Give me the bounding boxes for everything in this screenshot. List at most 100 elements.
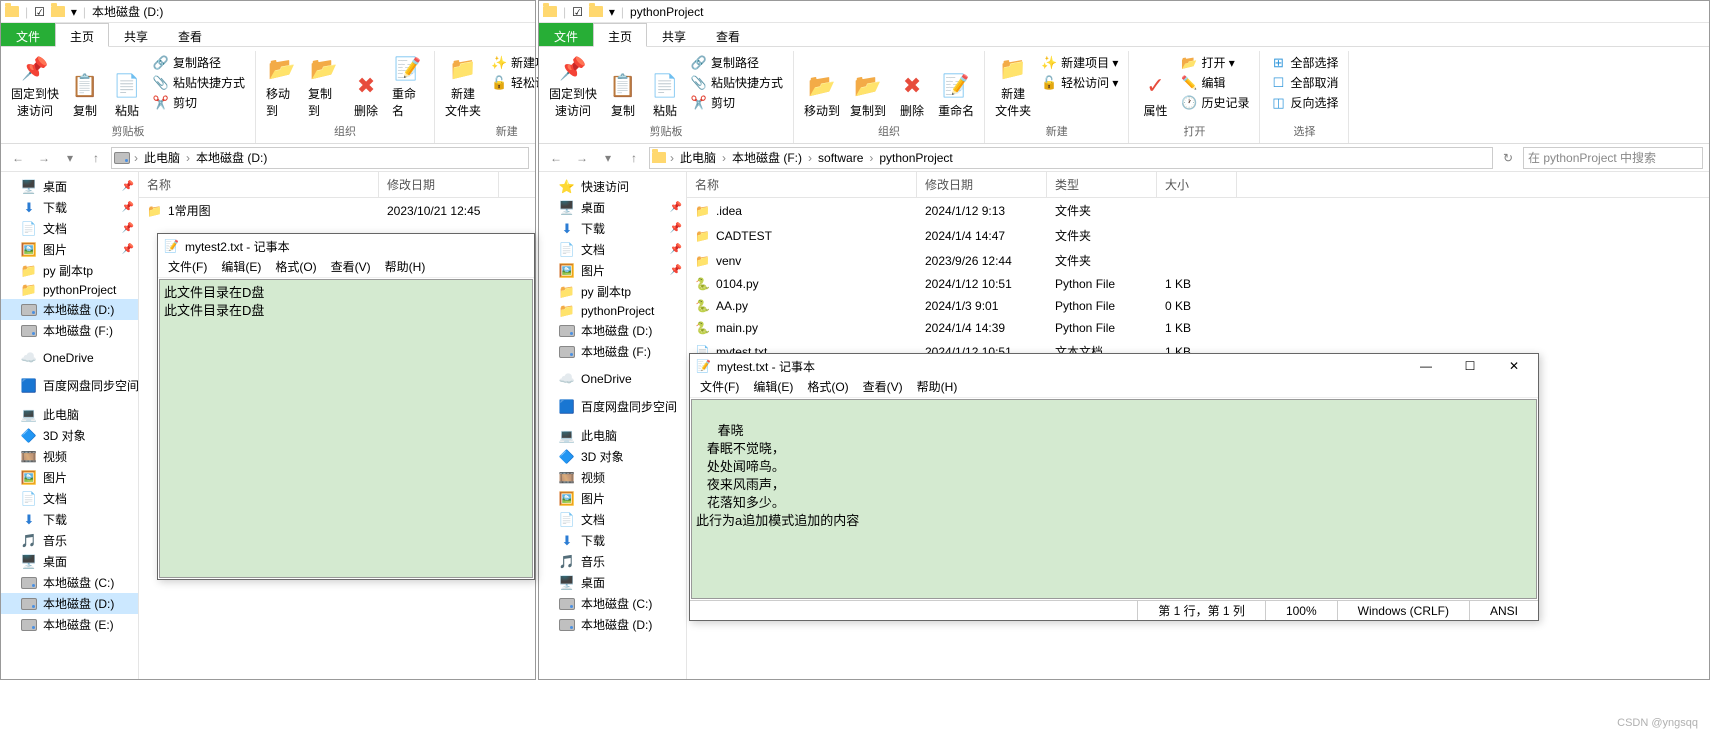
tree-item[interactable]: 🖥️桌面 [1,551,138,572]
menu-item[interactable]: 文件(F) [162,258,213,277]
history-button[interactable]: 🕐历史记录 [1177,93,1253,112]
tab-home[interactable]: 主页 [593,23,647,47]
tree-item[interactable]: 📄文档 [1,488,138,509]
easyaccess-button[interactable]: 🔓轻松访问 ▾ [1037,73,1122,92]
file-row[interactable]: 🐍0104.py2024/1/12 10:51Python File1 KB [687,273,1709,295]
delete-button[interactable]: ✖删除 [346,53,386,121]
tree-item[interactable]: 🎵音乐 [539,551,686,572]
tree-item[interactable]: 🎵音乐 [1,530,138,551]
file-row[interactable]: 📁.idea2024/1/12 9:13文件夹 [687,198,1709,223]
up-button[interactable]: ↑ [85,147,107,169]
moveto-button[interactable]: 📂移动到 [262,53,302,121]
tab-file[interactable]: 文件 [1,23,55,46]
newfolder-button[interactable]: 📁新建 文件夹 [441,53,485,121]
nav-tree[interactable]: ⭐快速访问🖥️桌面📌⬇下载📌📄文档📌🖼️图片📌📁py 副本tp📁pythonPr… [539,172,687,679]
tree-item[interactable]: ⬇下载 [1,509,138,530]
tree-item[interactable]: ⬇下载 [539,530,686,551]
tree-item[interactable]: 🖼️图片 [1,467,138,488]
menu-item[interactable]: 帮助(H) [379,258,432,277]
selectnone-button[interactable]: ☐全部取消 [1266,73,1342,92]
paste-shortcut-button[interactable]: 📎粘贴快捷方式 [149,73,249,92]
file-row[interactable]: 📁venv2023/9/26 12:44文件夹 [687,248,1709,273]
pin-button[interactable]: 📌固定到快 速访问 [545,53,601,121]
tree-item[interactable]: 🔷3D 对象 [539,446,686,467]
close-button[interactable]: ✕ [1496,356,1532,376]
copyto-button[interactable]: 📂复制到 [304,53,344,121]
tree-item[interactable]: 📄文档📌 [1,218,138,239]
open-button[interactable]: 📂打开 ▾ [1177,53,1253,72]
tree-item[interactable]: 本地磁盘 (C:) [539,593,686,614]
tree-item[interactable]: 🖼️图片📌 [1,239,138,260]
back-button[interactable]: ← [7,147,29,169]
qat-check[interactable]: ☑ [34,5,45,19]
tree-item[interactable]: ⬇下载📌 [539,218,686,239]
tree-item[interactable]: 📁pythonProject [1,281,138,299]
tree-item[interactable]: 💻此电脑 [1,404,138,425]
search-input[interactable]: 在 pythonProject 中搜索 [1523,147,1703,169]
menu-item[interactable]: 查看(V) [857,378,909,397]
tree-item[interactable]: ⭐快速访问 [539,176,686,197]
paste-button[interactable]: 📄粘贴 [645,53,685,121]
titlebar[interactable]: 📝 mytest2.txt - 记事本 [158,234,534,258]
tree-item[interactable]: 📄文档 [539,509,686,530]
tree-item[interactable]: ⬇下载📌 [1,197,138,218]
col-modified[interactable]: 修改日期 [917,172,1047,197]
cut-button[interactable]: ✂️剪切 [687,93,787,112]
copyto-button[interactable]: 📂复制到 [846,53,890,121]
tree-item[interactable]: 本地磁盘 (C:) [1,572,138,593]
file-row[interactable]: 📁1常用图2023/10/21 12:45 [139,198,535,223]
menu-item[interactable]: 编辑(E) [747,378,799,397]
tab-share[interactable]: 共享 [109,23,163,46]
tree-item[interactable]: 本地磁盘 (F:) [1,320,138,341]
col-name[interactable]: 名称 [687,172,917,197]
tab-home[interactable]: 主页 [55,23,109,47]
pin-button[interactable]: 📌固定到快 速访问 [7,53,63,121]
tab-file[interactable]: 文件 [539,23,593,46]
paste-shortcut-button[interactable]: 📎粘贴快捷方式 [687,73,787,92]
file-row[interactable]: 🐍main.py2024/1/4 14:39Python File1 KB [687,317,1709,339]
forward-button[interactable]: → [571,147,593,169]
tab-view[interactable]: 查看 [701,23,755,46]
selectall-button[interactable]: ⊞全部选择 [1266,53,1342,72]
delete-button[interactable]: ✖删除 [892,53,932,121]
col-modified[interactable]: 修改日期 [379,172,499,197]
qat-check[interactable]: ☑ [572,5,583,19]
tree-item[interactable]: 🖼️图片📌 [539,260,686,281]
tree-item[interactable]: 🖥️桌面📌 [1,176,138,197]
tree-item[interactable]: ☁️OneDrive [1,349,138,367]
tab-share[interactable]: 共享 [647,23,701,46]
edit-button[interactable]: ✏️编辑 [1177,73,1253,92]
tab-view[interactable]: 查看 [163,23,217,46]
tree-item[interactable]: 🎞️视频 [1,446,138,467]
tree-item[interactable]: 📁py 副本tp [539,281,686,302]
newfolder-button[interactable]: 📁新建 文件夹 [991,53,1035,121]
properties-button[interactable]: ✓属性 [1135,53,1175,121]
file-row[interactable]: 🐍AA.py2024/1/3 9:01Python File0 KB [687,295,1709,317]
menu-item[interactable]: 格式(O) [801,378,854,397]
menu-item[interactable]: 查看(V) [325,258,377,277]
tree-item[interactable]: 🖼️图片 [539,488,686,509]
forward-button[interactable]: → [33,147,55,169]
tree-item[interactable]: 🎞️视频 [539,467,686,488]
menu-item[interactable]: 编辑(E) [215,258,267,277]
text-area[interactable]: 此文件目录在D盘 此文件目录在D盘 [159,279,533,578]
tree-item[interactable]: 本地磁盘 (D:) [539,614,686,635]
titlebar[interactable]: 📝 mytest.txt - 记事本 — ☐ ✕ [690,354,1538,378]
rename-button[interactable]: 📝重命名 [388,53,428,121]
tree-item[interactable]: 📁py 副本tp [1,260,138,281]
tree-item[interactable]: 本地磁盘 (F:) [539,341,686,362]
menu-item[interactable]: 帮助(H) [911,378,964,397]
tree-item[interactable]: 本地磁盘 (D:) [539,320,686,341]
tree-item[interactable]: ☁️OneDrive [539,370,686,388]
menu-item[interactable]: 文件(F) [694,378,745,397]
col-type[interactable]: 类型 [1047,172,1157,197]
up-button[interactable]: ↑ [623,147,645,169]
paste-button[interactable]: 📄粘贴 [107,53,147,121]
back-button[interactable]: ← [545,147,567,169]
file-row[interactable]: 📁CADTEST2024/1/4 14:47文件夹 [687,223,1709,248]
nav-tree[interactable]: 🖥️桌面📌⬇下载📌📄文档📌🖼️图片📌📁py 副本tp📁pythonProject… [1,172,139,679]
copy-button[interactable]: 📋复制 [603,53,643,121]
copy-path-button[interactable]: 🔗复制路径 [687,53,787,72]
tree-item[interactable]: 📄文档📌 [539,239,686,260]
breadcrumb[interactable]: › 此电脑› 本地磁盘 (F:)› software› pythonProjec… [649,147,1493,169]
